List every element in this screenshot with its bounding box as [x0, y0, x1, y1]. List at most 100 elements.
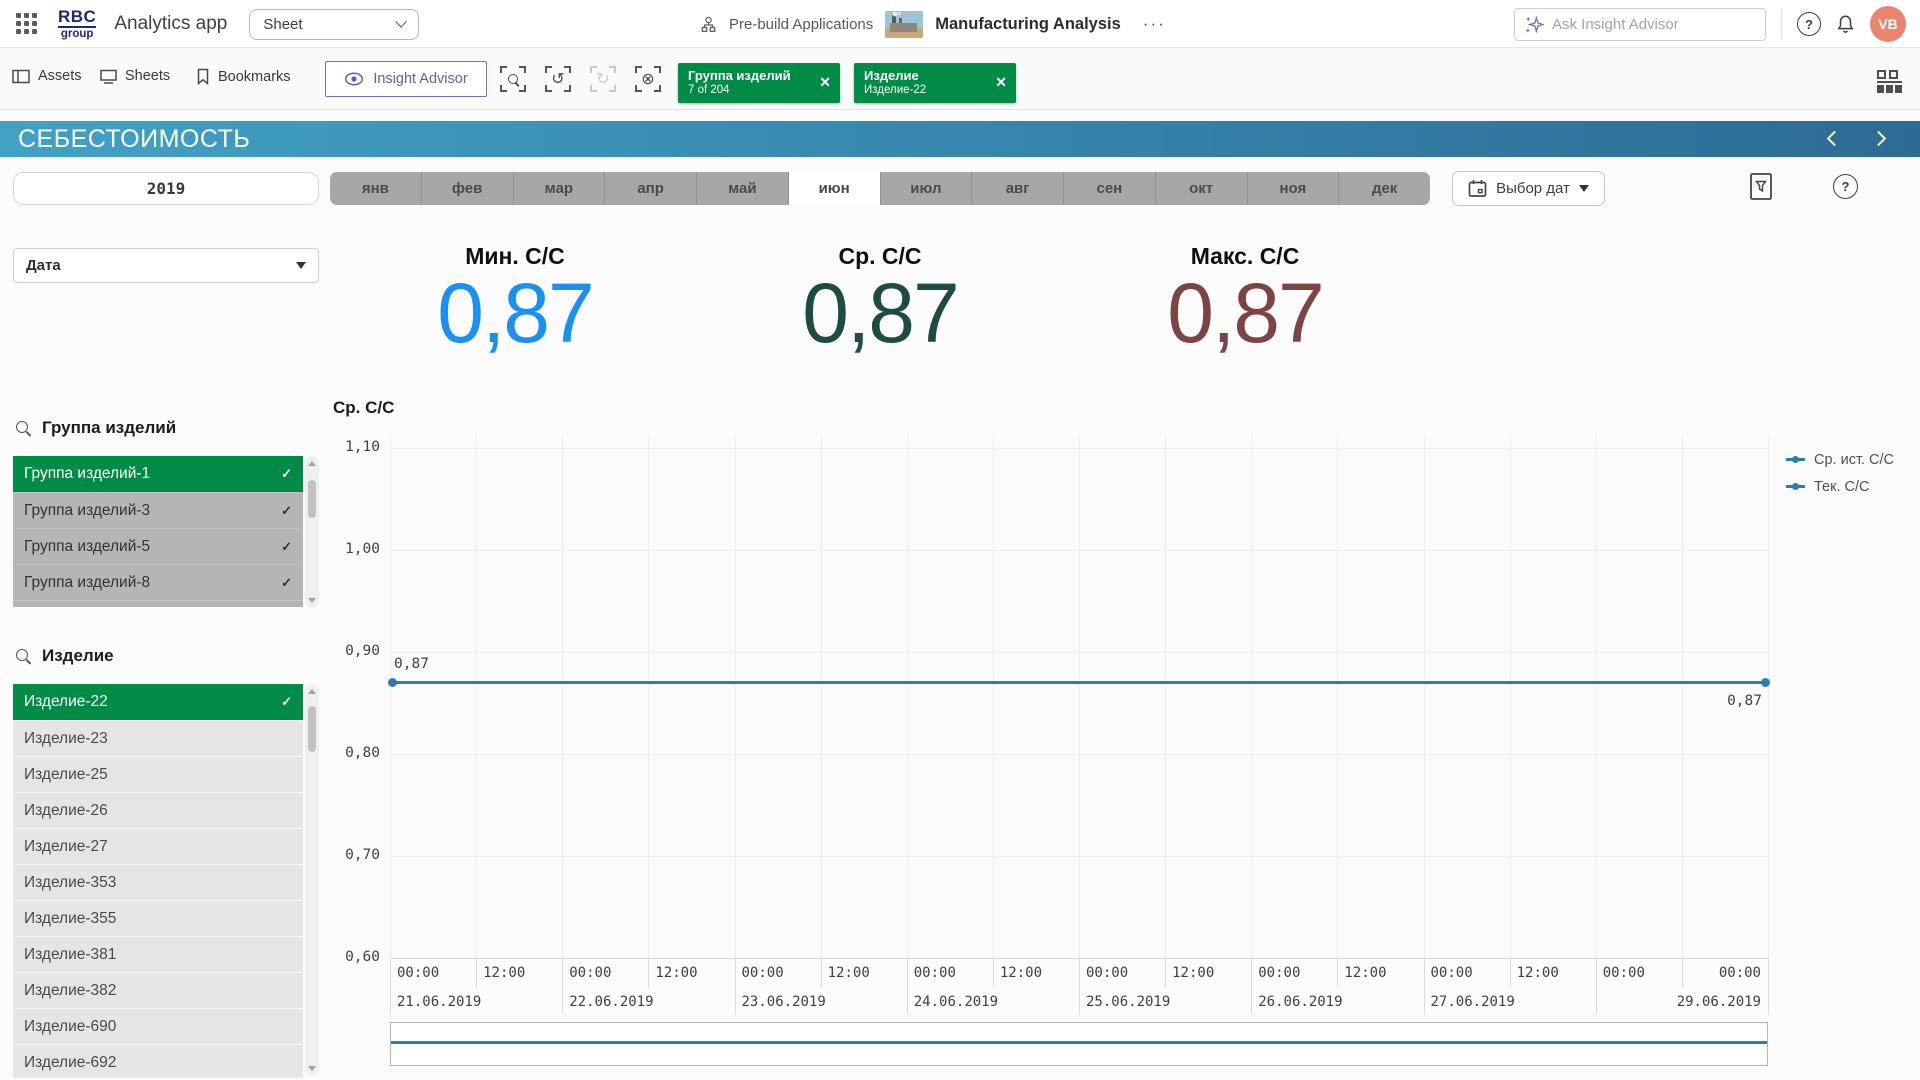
product-list-title: Изделие: [42, 646, 114, 666]
list-item[interactable]: Изделие-382: [13, 972, 303, 1008]
list-item[interactable]: Изделие-27: [13, 828, 303, 864]
selection-chip[interactable]: Группа изделий7 of 204✕: [678, 63, 840, 103]
time-tick-label: 00:00: [1086, 965, 1128, 981]
scroll-down-icon[interactable]: [308, 598, 316, 603]
group-list-scrollbar[interactable]: [305, 456, 319, 608]
month-button-авг[interactable]: авг: [972, 172, 1064, 205]
list-item-label: Группа изделий-1: [24, 465, 150, 483]
search-input[interactable]: [1552, 16, 1755, 33]
sheet-help-icon[interactable]: ?: [1833, 174, 1858, 199]
sparkle-icon: [1525, 15, 1544, 34]
app-launcher-icon[interactable]: [16, 13, 38, 35]
year-filter[interactable]: 2019: [13, 172, 319, 205]
month-button-апр[interactable]: апр: [605, 172, 697, 205]
y-tick-label: 0,70: [328, 847, 380, 863]
search-icon[interactable]: [16, 421, 31, 436]
help-icon[interactable]: ?: [1797, 12, 1821, 36]
list-item[interactable]: Группа изделий-8✓: [13, 564, 303, 600]
nav-assets[interactable]: Assets: [12, 68, 82, 84]
next-sheet-button[interactable]: [1871, 131, 1887, 147]
date-tick-label: 23.06.2019: [742, 994, 826, 1010]
kpi-value: 0,87: [1167, 272, 1323, 354]
scroll-up-icon[interactable]: [308, 689, 316, 694]
month-button-янв[interactable]: янв: [330, 172, 422, 205]
date-picker-button[interactable]: Выбор дат: [1452, 171, 1605, 206]
current-selections-filter-icon[interactable]: [1749, 172, 1774, 201]
legend-item[interactable]: Ср. ист. С/С: [1786, 446, 1894, 473]
step-forward-selection-button: ↻: [590, 66, 616, 92]
legend-item[interactable]: Тек. С/С: [1786, 473, 1894, 500]
notifications-bell-icon[interactable]: [1836, 14, 1855, 35]
month-button-июн[interactable]: июн: [789, 172, 881, 205]
scroll-up-icon[interactable]: [308, 461, 316, 466]
step-back-selection-button[interactable]: ↺: [545, 66, 571, 92]
chart-title: Ср. С/С: [333, 398, 394, 418]
list-item-label: Изделие-382: [24, 982, 116, 1000]
insight-advisor-label: Insight Advisor: [373, 71, 467, 87]
previous-sheet-button[interactable]: [1827, 131, 1843, 147]
product-list-header: Изделие: [16, 646, 114, 666]
time-tick-label: 12:00: [828, 965, 870, 981]
nav-sheets[interactable]: Sheets: [100, 68, 170, 84]
month-button-ноя[interactable]: ноя: [1248, 172, 1340, 205]
date-picker-label: Выбор дат: [1496, 180, 1570, 197]
month-button-июл[interactable]: июл: [881, 172, 973, 205]
list-item-label: Группа изделий-8: [24, 574, 150, 592]
series-line: [390, 681, 1768, 684]
list-item[interactable]: Группа изделий-3✓: [13, 492, 303, 528]
scroll-down-icon[interactable]: [308, 1066, 316, 1071]
assets-icon: [12, 69, 30, 84]
insight-advisor-search[interactable]: [1514, 8, 1766, 41]
month-button-фев[interactable]: фев: [422, 172, 514, 205]
start-point-label: 0,87: [394, 656, 429, 672]
divider: [1781, 9, 1782, 39]
list-item[interactable]: Изделие-25: [13, 756, 303, 792]
list-item[interactable]: Изделие-692: [13, 1044, 303, 1078]
list-item-label: Изделие-690: [24, 1018, 116, 1036]
more-menu-button[interactable]: ···: [1143, 14, 1166, 34]
list-item[interactable]: Изделие-690: [13, 1008, 303, 1044]
month-button-сен[interactable]: сен: [1064, 172, 1156, 205]
sheet-selector-dropdown[interactable]: Sheet: [249, 9, 419, 40]
prebuild-applications-link[interactable]: Pre-build Applications: [729, 16, 873, 33]
list-item[interactable]: Группа изделий-5✓: [13, 528, 303, 564]
list-item[interactable]: Изделие-26: [13, 792, 303, 828]
clear-all-selections-button[interactable]: ⊗: [635, 66, 661, 92]
chart-navigator[interactable]: [390, 1022, 1768, 1066]
list-item[interactable]: Изделие-23: [13, 720, 303, 756]
time-tick-label: 12:00: [655, 965, 697, 981]
close-icon[interactable]: ✕: [819, 74, 831, 91]
insight-advisor-eye-icon: [344, 72, 364, 86]
scrollbar-thumb[interactable]: [308, 480, 316, 518]
list-item[interactable]: Изделие-355: [13, 900, 303, 936]
search-icon[interactable]: [16, 649, 31, 664]
nav-bookmarks[interactable]: Bookmarks: [196, 68, 291, 85]
date-tick-label: 29.06.2019: [1648, 994, 1761, 1010]
list-item-label: Изделие-353: [24, 874, 116, 892]
month-button-май[interactable]: май: [697, 172, 789, 205]
group-list-header: Группа изделий: [16, 418, 176, 438]
list-item[interactable]: Изделие-22✓: [13, 684, 303, 720]
selection-chip[interactable]: ИзделиеИзделие-22✕: [854, 63, 1016, 103]
product-list-scrollbar[interactable]: [305, 684, 319, 1076]
smart-search-selections-button[interactable]: [500, 66, 526, 92]
list-item-label: Изделие-692: [24, 1054, 116, 1072]
insight-advisor-button[interactable]: Insight Advisor: [325, 61, 487, 97]
check-icon: ✓: [281, 503, 292, 519]
user-avatar[interactable]: VB: [1870, 6, 1906, 42]
list-item[interactable]: Группа изделий-1✓: [13, 456, 303, 492]
list-item[interactable]: Изделие-353: [13, 864, 303, 900]
date-tick-label: 21.06.2019: [397, 994, 481, 1010]
list-item[interactable]: Изделие-381: [13, 936, 303, 972]
close-icon[interactable]: ✕: [995, 74, 1007, 91]
scrollbar-thumb[interactable]: [308, 706, 316, 752]
sheet-grid-icon[interactable]: [1877, 70, 1902, 92]
current-app-name: Manufacturing Analysis: [935, 15, 1121, 34]
month-button-мар[interactable]: мар: [514, 172, 606, 205]
month-button-окт[interactable]: окт: [1156, 172, 1248, 205]
date-filter-dropdown[interactable]: Дата: [13, 248, 319, 283]
chart-plot-area[interactable]: 0,870,87: [390, 435, 1768, 958]
list-item-label: Группа изделий-5: [24, 538, 150, 556]
month-button-дек[interactable]: дек: [1339, 172, 1430, 205]
time-tick-label: 12:00: [1000, 965, 1042, 981]
